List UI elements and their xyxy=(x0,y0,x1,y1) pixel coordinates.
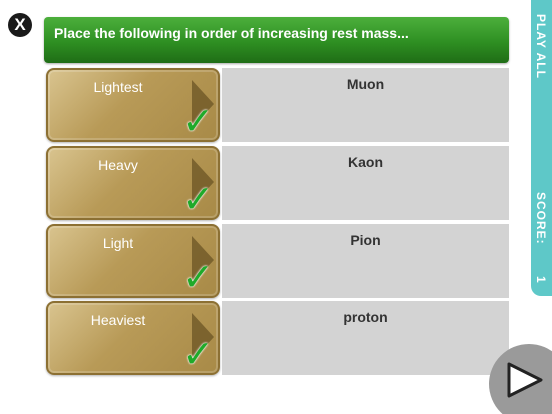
score-value: 1 xyxy=(534,276,548,283)
answer-slot[interactable]: Kaon xyxy=(222,146,509,220)
question-header: Place the following in order of increasi… xyxy=(44,17,509,63)
answer-text: Muon xyxy=(346,76,385,92)
answer-slot[interactable]: proton xyxy=(222,301,509,375)
match-row: Light ✓ Pion xyxy=(44,224,509,298)
match-row: Heavy ✓ Kaon xyxy=(44,146,509,220)
tile-label: Heaviest xyxy=(90,312,146,328)
close-icon: X xyxy=(14,15,26,34)
draggable-label-tile[interactable]: Light ✓ xyxy=(46,224,220,298)
checkmark-icon: ✓ xyxy=(182,177,214,221)
match-row: Lightest ✓ Muon xyxy=(44,68,509,142)
draggable-label-tile[interactable]: Lightest ✓ xyxy=(46,68,220,142)
checkmark-icon: ✓ xyxy=(182,255,214,299)
quiz-screen: X Place the following in order of increa… xyxy=(0,0,552,414)
play-next-icon xyxy=(507,362,543,398)
question-title: Place the following in order of increasi… xyxy=(54,25,409,41)
tile-label: Lightest xyxy=(93,79,143,95)
checkmark-icon: ✓ xyxy=(182,99,214,143)
draggable-label-tile[interactable]: Heavy ✓ xyxy=(46,146,220,220)
tile-label: Light xyxy=(102,235,134,251)
draggable-label-tile[interactable]: Heaviest ✓ xyxy=(46,301,220,375)
close-button[interactable]: X xyxy=(8,13,32,37)
answer-slot[interactable]: Muon xyxy=(222,68,509,142)
match-row: Heaviest ✓ proton xyxy=(44,301,509,375)
answer-slot[interactable]: Pion xyxy=(222,224,509,298)
checkmark-icon: ✓ xyxy=(182,332,214,376)
answer-text: Pion xyxy=(350,232,381,248)
answer-text: Kaon xyxy=(348,154,383,170)
tile-label: Heavy xyxy=(98,157,138,173)
score-label: SCORE: xyxy=(534,192,548,245)
answer-text: proton xyxy=(343,309,388,325)
play-all-button[interactable]: PLAY ALL xyxy=(534,14,548,79)
